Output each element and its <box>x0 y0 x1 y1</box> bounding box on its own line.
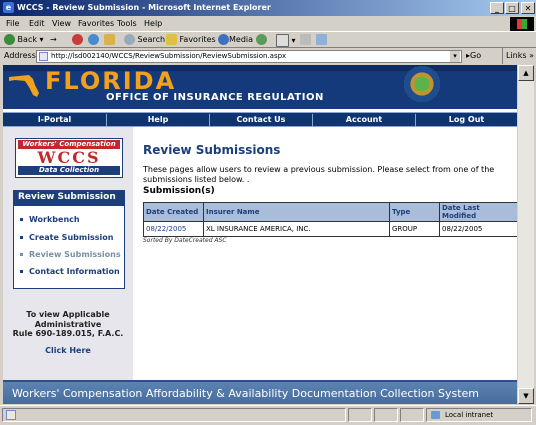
menu-file[interactable]: File <box>6 16 19 31</box>
address-input[interactable]: http://lsd002140/WCCS/ReviewSubmission/R… <box>36 50 462 63</box>
search-button[interactable]: Search <box>124 34 165 46</box>
bullet-icon <box>20 270 23 273</box>
status-bar: Local intranet <box>0 405 536 424</box>
sidebar-item-workbench[interactable]: Workbench <box>20 215 80 224</box>
address-label: Address <box>4 51 36 60</box>
back-button[interactable]: Back ▾ <box>4 34 44 46</box>
col-date-created[interactable]: Date Created <box>143 202 204 222</box>
maximize-button[interactable]: □ <box>505 2 519 14</box>
close-button[interactable]: ✕ <box>521 2 535 14</box>
page-footer: Workers' Compensation Affordability & Av… <box>3 380 517 404</box>
web-page: FLORIDA OFFICE OF INSURANCE REGULATION I… <box>3 65 517 404</box>
page-title: Review Submissions <box>143 143 281 157</box>
minimize-button[interactable]: _ <box>490 2 504 14</box>
cell-insurer-name: XL INSURANCE AMERICA, INC. <box>203 221 390 237</box>
media-icon <box>218 34 229 45</box>
back-arrow-icon <box>4 34 15 45</box>
sidebar-heading: Review Submission <box>13 190 125 205</box>
edit-button[interactable] <box>316 34 327 46</box>
status-panel-2 <box>374 408 398 422</box>
bullet-icon <box>20 253 23 256</box>
page-icon <box>39 52 48 61</box>
menu-tools[interactable]: Tools <box>117 16 137 31</box>
logo-wccs-text: WCCS <box>37 148 101 167</box>
mail-button[interactable]: ▾ <box>276 34 296 47</box>
col-date-last-modified[interactable]: Date Last Modified <box>439 202 517 222</box>
cell-date-created-link[interactable]: 08/22/2005 <box>143 221 204 237</box>
history-icon <box>256 34 267 45</box>
sort-note: Sorted By DateCreated ASC <box>143 237 227 244</box>
page-description: These pages allow users to review a prev… <box>143 165 495 184</box>
nav-i-portal[interactable]: I-Portal <box>3 114 106 126</box>
sidebar-menu: Workbench Create Submission Review Submi… <box>13 205 125 289</box>
history-button[interactable] <box>256 34 267 46</box>
table-header-row: Date Created Insurer Name Type Date Last… <box>143 202 517 222</box>
go-button[interactable]: ▸Go <box>466 48 481 64</box>
media-button[interactable]: Media <box>218 34 253 46</box>
windows-logo-icon <box>510 17 534 31</box>
cell-date-last-modified: 08/22/2005 <box>439 221 517 237</box>
status-panel-3 <box>400 408 424 422</box>
state-seal-icon <box>404 66 440 102</box>
sidebar-item-review-submissions[interactable]: Review Submissions <box>20 250 121 259</box>
home-button[interactable] <box>104 34 115 46</box>
status-panel-1 <box>348 408 372 422</box>
table-row: 08/22/2005 XL INSURANCE AMERICA, INC. GR… <box>143 221 517 237</box>
favorites-button[interactable]: Favorites <box>166 34 216 46</box>
logo-bottom-text: Data Collection <box>18 166 120 175</box>
submissions-heading: Submission(s) <box>143 186 215 196</box>
rule-note-line1: To view Applicable <box>26 310 110 319</box>
window-title: WCCS - Review Submission - Microsoft Int… <box>17 3 271 12</box>
refresh-icon <box>88 34 99 45</box>
nav-account[interactable]: Account <box>312 114 415 126</box>
vertical-scrollbar[interactable]: ▲ ▼ <box>518 65 534 404</box>
rule-note-line3: Rule 690-189.015, F.A.C. <box>12 329 124 338</box>
page-status-icon <box>6 410 16 420</box>
stop-button[interactable] <box>72 34 83 46</box>
address-dropdown-icon[interactable]: ▾ <box>450 51 460 62</box>
window-title-bar: e WCCS - Review Submission - Microsoft I… <box>0 0 536 16</box>
wccs-logo[interactable]: Workers' Compensation WCCS Data Collecti… <box>15 138 123 178</box>
home-icon <box>104 34 115 45</box>
bullet-icon <box>20 236 23 239</box>
print-icon <box>300 34 311 45</box>
refresh-button[interactable] <box>88 34 99 46</box>
nav-log-out[interactable]: Log Out <box>415 114 517 126</box>
ie-icon: e <box>3 2 14 13</box>
favorites-icon <box>166 34 177 45</box>
top-nav: I-Portal Help Contact Us Account Log Out <box>3 112 517 127</box>
menu-edit[interactable]: Edit <box>29 16 45 31</box>
bullet-icon <box>20 218 23 221</box>
mail-icon <box>276 34 289 47</box>
scroll-up-icon[interactable]: ▲ <box>518 65 534 81</box>
menu-help[interactable]: Help <box>144 16 162 31</box>
florida-wordmark: FLORIDA <box>45 67 177 95</box>
menu-bar: File Edit View Favorites Tools Help <box>0 16 536 31</box>
sidebar-item-create-submission[interactable]: Create Submission <box>20 233 113 242</box>
print-button[interactable] <box>300 34 311 46</box>
zone-indicator: Local intranet <box>426 408 532 422</box>
cell-type: GROUP <box>389 221 440 237</box>
submissions-table: Date Created Insurer Name Type Date Last… <box>143 202 517 237</box>
rule-note-line2: Administrative <box>34 320 102 329</box>
edit-icon <box>316 34 327 45</box>
search-icon <box>124 34 135 45</box>
links-button[interactable]: Links » <box>502 48 534 64</box>
menu-favorites[interactable]: Favorites <box>78 16 114 31</box>
intranet-icon <box>431 411 440 419</box>
nav-contact-us[interactable]: Contact Us <box>209 114 312 126</box>
stop-icon <box>72 34 83 45</box>
toolbar: Back ▾ → Search Favorites Media ▾ <box>0 31 536 48</box>
click-here-link[interactable]: Click Here <box>3 346 133 355</box>
col-type[interactable]: Type <box>389 202 440 222</box>
col-insurer-name[interactable]: Insurer Name <box>203 202 390 222</box>
scroll-down-icon[interactable]: ▼ <box>518 388 534 404</box>
status-main <box>2 408 346 422</box>
forward-button[interactable]: → <box>50 34 57 46</box>
sidebar-item-contact-information[interactable]: Contact Information <box>20 267 120 276</box>
menu-view[interactable]: View <box>52 16 71 31</box>
florida-map-icon <box>9 75 39 97</box>
nav-help[interactable]: Help <box>106 114 209 126</box>
office-name: OFFICE OF INSURANCE REGULATION <box>106 92 324 103</box>
